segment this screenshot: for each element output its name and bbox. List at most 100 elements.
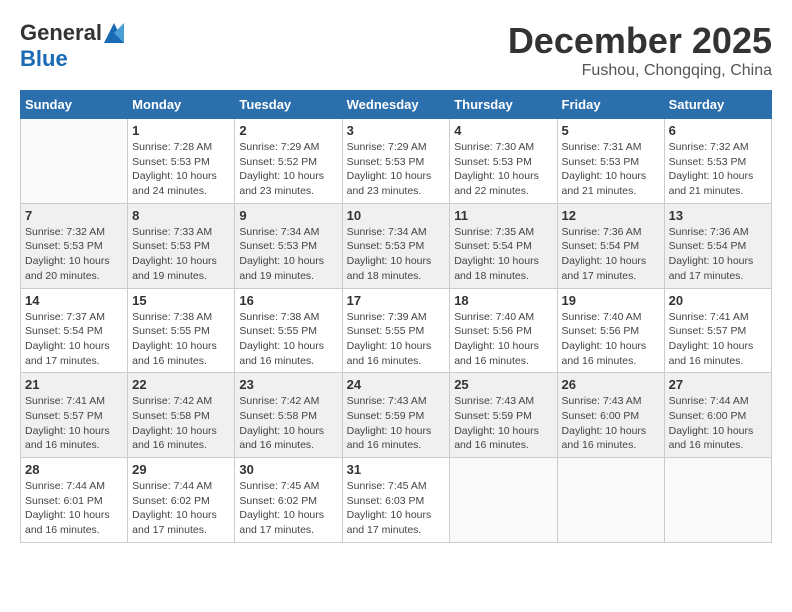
title-section: December 2025 Fushou, Chongqing, China	[508, 20, 772, 80]
day-number: 6	[669, 123, 767, 138]
table-row: 24Sunrise: 7:43 AMSunset: 5:59 PMDayligh…	[342, 373, 450, 458]
day-info: Sunrise: 7:29 AMSunset: 5:52 PMDaylight:…	[239, 140, 337, 199]
table-row	[557, 458, 664, 543]
table-row: 26Sunrise: 7:43 AMSunset: 6:00 PMDayligh…	[557, 373, 664, 458]
page-header: General Blue December 2025 Fushou, Chong…	[20, 20, 772, 80]
day-info: Sunrise: 7:34 AMSunset: 5:53 PMDaylight:…	[347, 225, 446, 284]
day-number: 25	[454, 377, 552, 392]
day-number: 13	[669, 208, 767, 223]
calendar-week-row: 28 Sunrise: 7:44 AMSunset: 6:01 PMDayligh…	[21, 458, 772, 543]
day-info: Sunrise: 7:28 AMSunset: 5:53 PMDaylight:…	[132, 140, 230, 199]
day-info: Sunrise: 7:44 AMSunset: 6:01 PMDaylight:…	[25, 479, 123, 538]
header-sunday: Sunday	[21, 91, 128, 119]
day-info: Sunrise: 7:34 AMSunset: 5:53 PMDaylight:…	[239, 225, 337, 284]
header-wednesday: Wednesday	[342, 91, 450, 119]
day-info: Sunrise: 7:30 AMSunset: 5:53 PMDaylight:…	[454, 140, 552, 199]
day-info: Sunrise: 7:29 AMSunset: 5:53 PMDaylight:…	[347, 140, 446, 199]
header-monday: Monday	[128, 91, 235, 119]
day-info: Sunrise: 7:39 AMSunset: 5:55 PMDaylight:…	[347, 310, 446, 369]
calendar-table: Sunday Monday Tuesday Wednesday Thursday…	[20, 90, 772, 543]
day-number: 3	[347, 123, 446, 138]
day-info: Sunrise: 7:38 AMSunset: 5:55 PMDaylight:…	[132, 310, 230, 369]
table-row: 28 Sunrise: 7:44 AMSunset: 6:01 PMDayligh…	[21, 458, 128, 543]
table-row: 5 Sunrise: 7:31 AMSunset: 5:53 PMDaylight…	[557, 119, 664, 204]
day-number: 23	[239, 377, 337, 392]
table-row: 6 Sunrise: 7:32 AMSunset: 5:53 PMDaylight…	[664, 119, 771, 204]
logo-blue-text: Blue	[20, 46, 68, 72]
table-row: 11 Sunrise: 7:35 AMSunset: 5:54 PMDayligh…	[450, 203, 557, 288]
day-number: 11	[454, 208, 552, 223]
day-info: Sunrise: 7:33 AMSunset: 5:53 PMDaylight:…	[132, 225, 230, 284]
table-row: 1 Sunrise: 7:28 AMSunset: 5:53 PMDaylight…	[128, 119, 235, 204]
day-number: 18	[454, 293, 552, 308]
day-number: 5	[562, 123, 660, 138]
table-row: 21 Sunrise: 7:41 AMSunset: 5:57 PMDayligh…	[21, 373, 128, 458]
day-info: Sunrise: 7:40 AMSunset: 5:56 PMDaylight:…	[454, 310, 552, 369]
day-info: Sunrise: 7:42 AMSunset: 5:58 PMDaylight:…	[132, 394, 230, 453]
day-number: 9	[239, 208, 337, 223]
table-row: 7 Sunrise: 7:32 AMSunset: 5:53 PMDaylight…	[21, 203, 128, 288]
table-row: 9 Sunrise: 7:34 AMSunset: 5:53 PMDaylight…	[235, 203, 342, 288]
day-info: Sunrise: 7:36 AMSunset: 5:54 PMDaylight:…	[562, 225, 660, 284]
table-row: 13 Sunrise: 7:36 AMSunset: 5:54 PMDayligh…	[664, 203, 771, 288]
table-row: 22 Sunrise: 7:42 AMSunset: 5:58 PMDayligh…	[128, 373, 235, 458]
day-info: Sunrise: 7:36 AMSunset: 5:54 PMDaylight:…	[669, 225, 767, 284]
day-number: 21	[25, 377, 123, 392]
table-row: 2Sunrise: 7:29 AMSunset: 5:52 PMDaylight…	[235, 119, 342, 204]
table-row: 14 Sunrise: 7:37 AMSunset: 5:54 PMDayligh…	[21, 288, 128, 373]
day-number: 4	[454, 123, 552, 138]
table-row: 23 Sunrise: 7:42 AMSunset: 5:58 PMDayligh…	[235, 373, 342, 458]
day-info: Sunrise: 7:41 AMSunset: 5:57 PMDaylight:…	[25, 394, 123, 453]
day-number: 29	[132, 462, 230, 477]
day-info: Sunrise: 7:43 AMSunset: 5:59 PMDaylight:…	[454, 394, 552, 453]
table-row: 30 Sunrise: 7:45 AMSunset: 6:02 PMDayligh…	[235, 458, 342, 543]
header-tuesday: Tuesday	[235, 91, 342, 119]
day-info: Sunrise: 7:37 AMSunset: 5:54 PMDaylight:…	[25, 310, 123, 369]
location-subtitle: Fushou, Chongqing, China	[508, 62, 772, 80]
day-info: Sunrise: 7:32 AMSunset: 5:53 PMDaylight:…	[669, 140, 767, 199]
table-row	[664, 458, 771, 543]
day-number: 22	[132, 377, 230, 392]
day-info: Sunrise: 7:31 AMSunset: 5:53 PMDaylight:…	[562, 140, 660, 199]
header-saturday: Saturday	[664, 91, 771, 119]
calendar-header-row: Sunday Monday Tuesday Wednesday Thursday…	[21, 91, 772, 119]
day-number: 14	[25, 293, 123, 308]
table-row: 18 Sunrise: 7:40 AMSunset: 5:56 PMDayligh…	[450, 288, 557, 373]
day-number: 30	[239, 462, 337, 477]
table-row	[450, 458, 557, 543]
day-number: 20	[669, 293, 767, 308]
logo-general-text: General	[20, 20, 102, 46]
day-number: 16	[239, 293, 337, 308]
table-row: 25 Sunrise: 7:43 AMSunset: 5:59 PMDayligh…	[450, 373, 557, 458]
calendar-week-row: 21 Sunrise: 7:41 AMSunset: 5:57 PMDayligh…	[21, 373, 772, 458]
table-row: 4 Sunrise: 7:30 AMSunset: 5:53 PMDaylight…	[450, 119, 557, 204]
table-row: 17Sunrise: 7:39 AMSunset: 5:55 PMDayligh…	[342, 288, 450, 373]
month-title: December 2025	[508, 20, 772, 62]
day-number: 19	[562, 293, 660, 308]
day-number: 28	[25, 462, 123, 477]
day-number: 31	[347, 462, 446, 477]
day-number: 1	[132, 123, 230, 138]
day-info: Sunrise: 7:43 AMSunset: 6:00 PMDaylight:…	[562, 394, 660, 453]
day-info: Sunrise: 7:45 AMSunset: 6:02 PMDaylight:…	[239, 479, 337, 538]
day-info: Sunrise: 7:42 AMSunset: 5:58 PMDaylight:…	[239, 394, 337, 453]
day-number: 7	[25, 208, 123, 223]
day-info: Sunrise: 7:32 AMSunset: 5:53 PMDaylight:…	[25, 225, 123, 284]
table-row: 3 Sunrise: 7:29 AMSunset: 5:53 PMDaylight…	[342, 119, 450, 204]
table-row: 8 Sunrise: 7:33 AMSunset: 5:53 PMDaylight…	[128, 203, 235, 288]
table-row: 19 Sunrise: 7:40 AMSunset: 5:56 PMDayligh…	[557, 288, 664, 373]
day-info: Sunrise: 7:44 AMSunset: 6:00 PMDaylight:…	[669, 394, 767, 453]
day-info: Sunrise: 7:41 AMSunset: 5:57 PMDaylight:…	[669, 310, 767, 369]
header-thursday: Thursday	[450, 91, 557, 119]
day-number: 24	[347, 377, 446, 392]
day-info: Sunrise: 7:40 AMSunset: 5:56 PMDaylight:…	[562, 310, 660, 369]
day-info: Sunrise: 7:35 AMSunset: 5:54 PMDaylight:…	[454, 225, 552, 284]
table-row: 10Sunrise: 7:34 AMSunset: 5:53 PMDayligh…	[342, 203, 450, 288]
day-number: 12	[562, 208, 660, 223]
table-row: 31 Sunrise: 7:45 AMSunset: 6:03 PMDayligh…	[342, 458, 450, 543]
calendar-week-row: 1 Sunrise: 7:28 AMSunset: 5:53 PMDaylight…	[21, 119, 772, 204]
table-row: 12 Sunrise: 7:36 AMSunset: 5:54 PMDayligh…	[557, 203, 664, 288]
day-info: Sunrise: 7:45 AMSunset: 6:03 PMDaylight:…	[347, 479, 446, 538]
day-number: 8	[132, 208, 230, 223]
table-row: 29Sunrise: 7:44 AMSunset: 6:02 PMDayligh…	[128, 458, 235, 543]
